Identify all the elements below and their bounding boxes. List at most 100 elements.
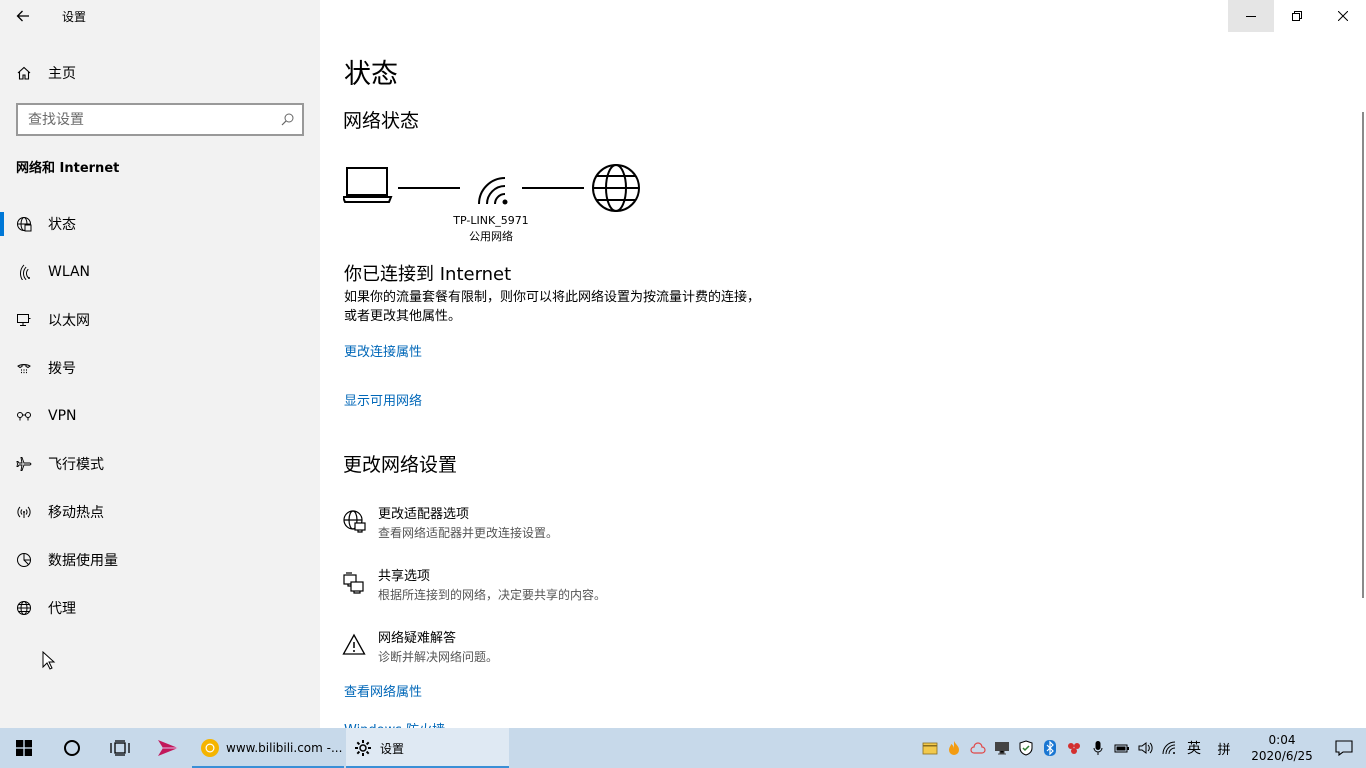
task-view-icon xyxy=(110,740,130,756)
sharing-icon xyxy=(342,568,378,604)
vpn-icon xyxy=(0,408,48,424)
sidebar-item-ethernet[interactable]: 以太网 xyxy=(0,296,320,344)
sidebar-item-airplane[interactable]: 飞行模式 xyxy=(0,440,320,488)
windows-logo-icon xyxy=(16,740,32,756)
show-available-networks-link[interactable]: 显示可用网络 xyxy=(344,390,422,409)
home-icon xyxy=(0,65,48,81)
folder-tray-icon[interactable] xyxy=(918,728,942,768)
connected-description: 如果你的流量套餐有限制，则你可以将此网络设置为按流量计费的连接，或者更改其他属性… xyxy=(344,290,761,324)
sidebar-item-wlan[interactable]: WLAN xyxy=(0,248,320,296)
network-troubleshooter-item[interactable]: 网络疑难解答 诊断并解决网络问题。 xyxy=(342,630,742,666)
settings-gear-icon xyxy=(355,740,371,756)
connected-title: 你已连接到 Internet xyxy=(344,264,512,285)
page-title: 状态 xyxy=(344,59,398,90)
back-button[interactable] xyxy=(0,0,46,32)
volume-tray-icon[interactable] xyxy=(1134,728,1158,768)
restore-button[interactable] xyxy=(1274,0,1320,32)
ethernet-icon xyxy=(0,312,48,328)
app-title: 设置 xyxy=(62,9,87,24)
wifi-tray-icon[interactable] xyxy=(1158,728,1182,768)
hotspot-icon xyxy=(0,504,48,520)
security-shield-tray-icon[interactable] xyxy=(1014,728,1038,768)
sidebar-item-dialup[interactable]: 拨号 xyxy=(0,344,320,392)
taskbar-app-settings[interactable]: 设置 xyxy=(346,728,509,768)
sidebar-item-label: 代理 xyxy=(48,601,76,617)
minimize-icon xyxy=(1246,16,1256,17)
microphone-tray-icon[interactable] xyxy=(1086,728,1110,768)
restore-icon xyxy=(1292,11,1302,21)
titlebar-left: 设置 xyxy=(0,0,320,32)
sidebar-item-data-usage[interactable]: 数据使用量 xyxy=(0,536,320,584)
setting-description: 根据所连接到的网络，决定要共享的内容。 xyxy=(378,588,607,602)
view-network-properties-link[interactable]: 查看网络属性 xyxy=(344,681,422,700)
app-cloud-tray-icon[interactable] xyxy=(966,728,990,768)
globe-status-icon xyxy=(0,216,48,232)
ime-mode-indicator[interactable]: 拼 xyxy=(1206,728,1242,768)
sharing-options-item[interactable]: 共享选项 根据所连接到的网络，决定要共享的内容。 xyxy=(342,568,742,604)
scrollbar[interactable] xyxy=(1362,112,1364,598)
airplane-icon xyxy=(0,456,48,472)
taskbar-app-label: 设置 xyxy=(380,741,405,756)
internet-globe-icon xyxy=(592,164,640,212)
wifi-icon xyxy=(0,264,48,280)
window-controls xyxy=(1228,0,1366,32)
sidebar-item-label: 移动热点 xyxy=(48,505,104,521)
setting-title: 更改适配器选项 xyxy=(378,507,470,522)
laptop-icon xyxy=(343,167,393,203)
network-type: 公用网络 xyxy=(469,230,513,243)
sidebar-item-label: VPN xyxy=(48,408,77,424)
adapter-options-item[interactable]: 更改适配器选项 查看网络适配器并更改连接设置。 xyxy=(342,506,742,542)
network-status-title: 网络状态 xyxy=(343,110,420,132)
adapter-icon xyxy=(342,506,378,542)
battery-tray-icon[interactable] xyxy=(1110,728,1134,768)
network-label: TP-LINK_5971 公用网络 xyxy=(430,213,552,245)
taskbar-app-label: www.bilibili.com -... xyxy=(226,741,343,755)
proxy-globe-icon xyxy=(0,600,48,616)
home-nav-item[interactable]: 主页 xyxy=(0,56,320,90)
sidebar-item-label: 状态 xyxy=(48,217,76,233)
start-button[interactable] xyxy=(0,728,48,768)
network-monitor-tray-icon[interactable] xyxy=(990,728,1014,768)
change-connection-properties-link[interactable]: 更改连接属性 xyxy=(344,341,422,360)
bluetooth-tray-icon[interactable] xyxy=(1038,728,1062,768)
sidebar-item-hotspot[interactable]: 移动热点 xyxy=(0,488,320,536)
search-box[interactable] xyxy=(16,103,304,136)
pinned-app-button[interactable] xyxy=(144,728,192,768)
dialup-icon xyxy=(0,360,48,376)
system-tray: 英 拼 0:04 2020/6/25 xyxy=(918,728,1366,768)
app-red-tray-icon[interactable] xyxy=(1062,728,1086,768)
home-label: 主页 xyxy=(48,66,76,82)
sidebar: 设置 主页 网络和 Internet 状态 WLAN xyxy=(0,0,320,728)
cortana-button[interactable] xyxy=(48,728,96,768)
notification-icon xyxy=(1335,740,1353,756)
chrome-icon xyxy=(201,739,219,757)
minimize-button[interactable] xyxy=(1228,0,1274,32)
data-usage-icon xyxy=(0,552,48,568)
app-flame-tray-icon[interactable] xyxy=(942,728,966,768)
clock-date: 2020/6/25 xyxy=(1251,749,1313,763)
search-icon[interactable] xyxy=(272,113,302,126)
notification-center-button[interactable] xyxy=(1322,728,1366,768)
clock-time: 0:04 xyxy=(1268,733,1296,747)
taskbar-app-browser[interactable]: www.bilibili.com -... xyxy=(192,728,344,768)
ime-language-indicator[interactable]: 英 xyxy=(1182,728,1206,768)
clock[interactable]: 0:04 2020/6/25 xyxy=(1242,732,1322,764)
sidebar-item-status[interactable]: 状态 xyxy=(0,200,320,248)
sidebar-item-proxy[interactable]: 代理 xyxy=(0,584,320,632)
sidebar-item-vpn[interactable]: VPN xyxy=(0,392,320,440)
search-input[interactable] xyxy=(18,111,272,128)
close-button[interactable] xyxy=(1320,0,1366,32)
sidebar-item-label: 飞行模式 xyxy=(48,457,104,473)
task-view-button[interactable] xyxy=(96,728,144,768)
back-arrow-icon xyxy=(16,10,29,22)
sidebar-item-label: 以太网 xyxy=(48,313,90,329)
change-network-settings-title: 更改网络设置 xyxy=(343,454,458,476)
nav-list: 状态 WLAN 以太网 拨号 VPN 飞行模式 移动热点 数据使用量 代理 xyxy=(0,200,320,632)
setting-description: 查看网络适配器并更改连接设置。 xyxy=(378,526,559,540)
wifi-router-icon xyxy=(478,177,508,205)
setting-description: 诊断并解决网络问题。 xyxy=(378,650,499,664)
cortana-circle-icon xyxy=(64,740,80,756)
windows-firewall-link[interactable]: Windows 防火墙 xyxy=(344,719,445,728)
section-title: 网络和 Internet xyxy=(16,161,120,176)
main-content: 状态 网络状态 TP-LINK_5971 公用网络 你已连接到 Internet… xyxy=(320,0,1366,728)
